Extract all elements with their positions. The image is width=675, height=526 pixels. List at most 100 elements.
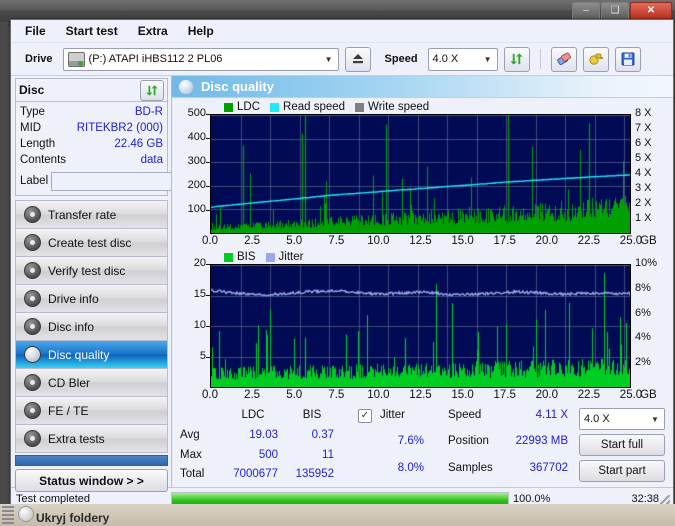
y-tick-right: 6% — [635, 306, 651, 319]
x-tick: 7.5 — [328, 389, 345, 401]
settings-plug-button[interactable] — [582, 46, 609, 72]
chevron-down-icon: ▼ — [324, 54, 333, 64]
menu-start-test[interactable]: Start test — [57, 21, 127, 41]
bottom-chart-plot — [210, 264, 631, 388]
x-tick: 15.0 — [451, 389, 474, 401]
x-tick: 20.0 — [535, 235, 558, 247]
main-panel: Disc quality LDC Read speed Write speed … — [171, 76, 673, 487]
x-tick: 25.0 — [619, 389, 643, 401]
x-tick: 20.0 — [535, 389, 558, 401]
sidebar-item-create-test-disc[interactable]: Create test disc — [15, 228, 168, 256]
y-tick-left: 5 — [199, 350, 206, 362]
top-chart-canvas — [211, 115, 630, 233]
eject-button[interactable] — [344, 46, 371, 72]
y-tick-mark — [206, 326, 210, 327]
drive-select[interactable]: (P:) ATAPI iHBS112 2 PL06 ▼ — [62, 47, 339, 71]
sidebar-item-label: Verify test disc — [48, 263, 126, 278]
menu-bar: File Start test Extra Help — [11, 20, 673, 43]
y-tick-mark — [206, 162, 210, 163]
nav-list: Transfer rate Create test disc Verify te… — [15, 200, 168, 453]
erase-button[interactable] — [550, 46, 577, 72]
jitter-spacer-2 — [358, 461, 376, 487]
jitter-checkbox[interactable]: ✓ — [358, 409, 372, 423]
disc-row-key: Length — [20, 138, 56, 150]
start-full-button[interactable]: Start full — [579, 434, 665, 456]
menu-help[interactable]: Help — [179, 21, 223, 41]
disc-properties: Type BD-R MID RITEKBR2 (000) Length 22.4… — [16, 102, 220, 195]
y-tick-mark — [206, 264, 210, 265]
sidebar-item-fe-te[interactable]: FE / TE — [15, 396, 168, 424]
x-axis-unit: GB — [640, 389, 657, 401]
menu-file[interactable]: File — [16, 21, 55, 41]
x-tick: 10.0 — [367, 235, 390, 247]
sidebar-item-disc-info[interactable]: Disc info — [15, 312, 168, 340]
y-tick-right: 4% — [635, 331, 651, 344]
stats-corner — [180, 408, 222, 428]
save-button[interactable] — [614, 46, 641, 72]
sidebar-item-disc-quality[interactable]: Disc quality — [15, 340, 168, 368]
jitter-label: Jitter — [380, 409, 405, 421]
refresh-button[interactable] — [503, 46, 530, 72]
disc-refresh-button[interactable] — [140, 79, 164, 101]
disc-icon — [24, 262, 41, 279]
legend-swatch-ldc — [224, 102, 233, 112]
disc-icon — [24, 206, 41, 223]
stats-total-ldc: 7000677 — [233, 468, 278, 481]
top-chart-legend: LDC Read speed Write speed — [224, 100, 669, 114]
sidebar-divider — [15, 455, 168, 466]
sidebar-item-extra-tests[interactable]: Extra tests — [15, 424, 168, 453]
drive-select-value: (P:) ATAPI iHBS112 2 PL06 — [88, 53, 223, 65]
taskbar-item-label[interactable]: Ukryj foldery — [36, 511, 109, 525]
test-speed-value: 4.0 X — [584, 413, 610, 425]
x-tick: 2.5 — [244, 389, 261, 401]
eraser-icon — [556, 52, 571, 65]
taskbar-orb-icon[interactable] — [18, 506, 34, 522]
y-tick-mark — [206, 114, 210, 115]
sidebar-item-label: Disc quality — [48, 347, 110, 362]
stats-row-key-max: Max — [180, 448, 202, 461]
speed-select-value: 4.0 X — [432, 53, 459, 65]
y-tick-mark — [206, 210, 210, 211]
toolbar: Drive (P:) ATAPI iHBS112 2 PL06 ▼ Speed … — [11, 43, 673, 76]
refresh-icon — [146, 84, 158, 96]
sidebar-item-drive-info[interactable]: Drive info — [15, 284, 168, 312]
sidebar-item-cd-bler[interactable]: CD Bler — [15, 368, 168, 396]
samples-value: 367702 — [529, 461, 568, 474]
main-header: Disc quality — [172, 76, 673, 98]
x-tick: 0.0 — [202, 389, 218, 401]
disc-panel-title: Disc — [19, 83, 45, 97]
jitter-avg-value: 7.6% — [397, 435, 424, 448]
test-speed-select[interactable]: 4.0 X ▼ — [579, 408, 665, 430]
y-tick-right: 7 X — [635, 122, 652, 134]
chevron-down-icon: ▼ — [651, 414, 659, 424]
start-part-button[interactable]: Start part — [579, 460, 665, 482]
speed-select[interactable]: 4.0 X ▼ — [427, 47, 498, 71]
x-tick: 17.5 — [493, 389, 516, 401]
status-window-button[interactable]: Status window > > — [15, 469, 168, 492]
position-key: Position — [448, 435, 489, 448]
y-tick-left: 400 — [187, 131, 206, 143]
test-controls: 4.0 X ▼ Start full Start part — [579, 408, 665, 482]
disc-row-key: Type — [20, 106, 45, 118]
top-chart-plot — [210, 114, 631, 234]
legend-label-write-speed: Write speed — [368, 101, 430, 113]
menu-extra[interactable]: Extra — [129, 21, 177, 41]
legend-label-read-speed: Read speed — [283, 101, 346, 113]
bottom-chart-canvas — [211, 265, 630, 387]
x-tick: 12.5 — [409, 235, 432, 247]
legend-swatch-read-speed — [270, 102, 280, 112]
top-chart-section: LDC Read speed Write speed 100 200 300 400 5… — [172, 98, 673, 250]
sidebar-item-transfer-rate[interactable]: Transfer rate — [15, 200, 168, 228]
sidebar-item-verify-test-disc[interactable]: Verify test disc — [15, 256, 168, 284]
x-tick: 22.5 — [577, 235, 601, 247]
disc-quality-icon — [178, 78, 194, 95]
y-tick-mark — [206, 357, 210, 358]
disc-icon — [24, 290, 41, 307]
refresh-icon — [510, 53, 523, 65]
chevron-down-icon: ▼ — [483, 54, 492, 64]
stats-avg-ldc: 19.03 — [249, 428, 278, 441]
sidebar-item-label: Drive info — [48, 291, 99, 306]
y-tick-mark — [206, 186, 210, 187]
drive-icon — [67, 51, 85, 67]
y-tick-left: 15 — [193, 288, 206, 300]
